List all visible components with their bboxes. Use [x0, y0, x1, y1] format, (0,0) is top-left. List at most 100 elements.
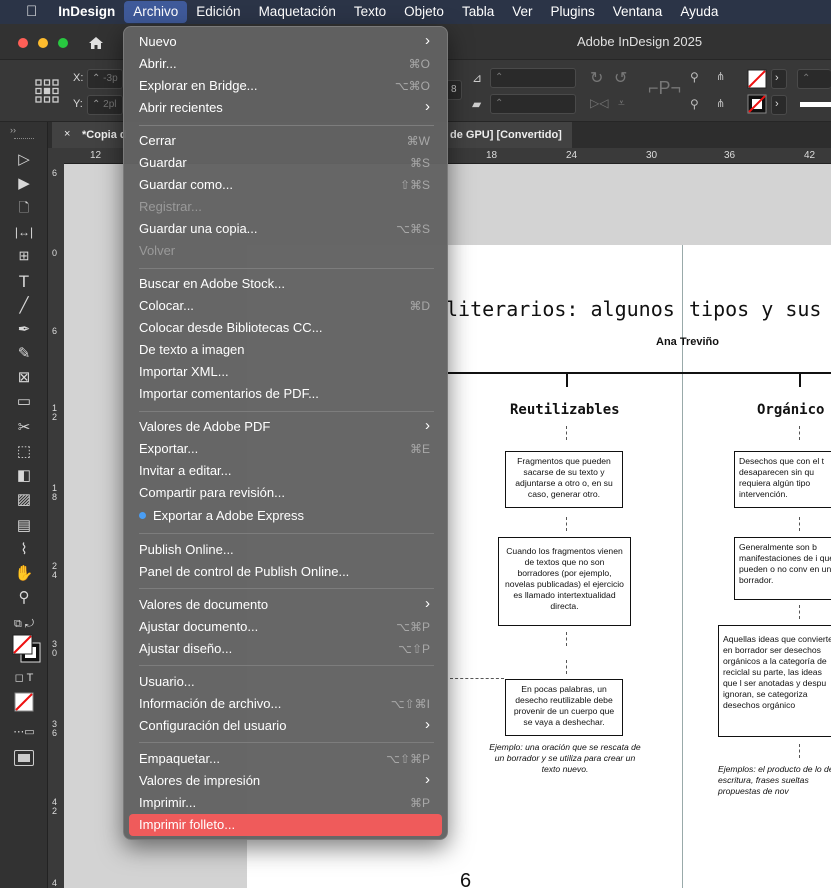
organico-box-2[interactable]: Generalmente son b manifestaciones de i … [734, 537, 831, 600]
reutilizables-box-3[interactable]: En pocas palabras, un desecho reutilizab… [505, 679, 623, 736]
menu-item-guardar-como[interactable]: Guardar como... ⇧⌘S [129, 174, 442, 196]
shear-field[interactable]: ⌃ [490, 94, 576, 114]
rectangle-tool-icon[interactable]: ▭ [12, 392, 36, 412]
menu-item-imprimir-folleto[interactable]: Imprimir folleto... [129, 814, 442, 836]
close-window-button[interactable] [18, 38, 28, 48]
menu-ventana[interactable]: Ventana [604, 0, 672, 24]
menu-item-empaquetar[interactable]: Empaquetar... ⌥⇧⌘P [129, 748, 442, 770]
select-content-icon[interactable]: ⋔ [716, 70, 725, 83]
formatting-affects-icon[interactable]: ◻ T [12, 668, 36, 688]
organico-box-3[interactable]: Aquellas ideas que convierten en borrado… [718, 625, 831, 737]
selection-tool-icon[interactable]: ▷ [12, 150, 36, 170]
menu-item-ajustar-documento[interactable]: Ajustar documento... ⌥⌘P [129, 616, 442, 638]
menu-item-colocar[interactable]: Colocar... ⌘D [129, 295, 442, 317]
link-proportions-icon[interactable]: 8 [446, 80, 462, 100]
menu-item-abrir-recientes[interactable]: Abrir recientes › [129, 97, 442, 119]
menu-item-valores-adobe-pdf[interactable]: Valores de Adobe PDF › [129, 416, 442, 438]
minimize-window-button[interactable] [38, 38, 48, 48]
menu-item-ajustar-diseno[interactable]: Ajustar diseño... ⌥⇧P [129, 638, 442, 660]
menu-item-exportar-adobe-express[interactable]: Exportar a Adobe Express [129, 505, 442, 527]
menu-maquetacion[interactable]: Maquetación [250, 0, 345, 24]
pen-tool-icon[interactable]: ✒ [12, 320, 36, 340]
stroke-dropdown-arrow[interactable]: › [771, 95, 787, 115]
type-tool-icon[interactable]: T [12, 272, 36, 292]
menu-tabla[interactable]: Tabla [453, 0, 503, 24]
menu-item-de-texto-a-imagen[interactable]: De texto a imagen [129, 339, 442, 361]
menu-item-exportar[interactable]: Exportar... ⌘E [129, 438, 442, 460]
menu-item-colocar-desde-bibliotecas-cc[interactable]: Colocar desde Bibliotecas CC... [129, 317, 442, 339]
menu-plugins[interactable]: Plugins [541, 0, 603, 24]
fill-none-swatch-icon[interactable] [747, 69, 767, 89]
stroke-weight-field[interactable]: ⌃ [797, 69, 831, 89]
panel-collapse-icon[interactable]: ›› [10, 125, 16, 135]
panel-grip[interactable] [14, 138, 34, 140]
menu-item-abrir[interactable]: Abrir... ⌘O [129, 53, 442, 75]
menu-item-guardar[interactable]: Guardar ⌘S [129, 152, 442, 174]
gradient-feather-tool-icon[interactable]: ▨ [12, 490, 36, 510]
menu-item-configuracion-del-usuario[interactable]: Configuración del usuario › [129, 715, 442, 737]
menu-edicion[interactable]: Edición [187, 0, 249, 24]
menu-item-explorar-en-bridge[interactable]: Explorar en Bridge... ⌥⌘O [129, 75, 442, 97]
gradient-swatch-tool-icon[interactable]: ◧ [12, 466, 36, 486]
menu-item-imprimir[interactable]: Imprimir... ⌘P [129, 792, 442, 814]
menu-archivo[interactable]: Archivo [124, 1, 188, 23]
flip-vertical-icon[interactable]: ⩡ [618, 96, 625, 111]
rotate-ccw-icon[interactable]: ↺ [614, 68, 627, 88]
menu-item-importar-xml[interactable]: Importar XML... [129, 361, 442, 383]
preview-mode-icon[interactable]: ⋯▭ [12, 722, 36, 742]
menu-item-valores-de-impresion[interactable]: Valores de impresión › [129, 770, 442, 792]
flip-horizontal-icon[interactable]: ▷◁ [590, 96, 608, 110]
zoom-window-button[interactable] [58, 38, 68, 48]
note-tool-icon[interactable]: ▤ [12, 516, 36, 536]
select-next-icon[interactable]: ⋔ [716, 97, 725, 110]
menu-indesign[interactable]: InDesign [49, 0, 124, 24]
text-frame-icon[interactable]: ⌐P¬ [648, 78, 681, 99]
page-tool-icon[interactable]: 🗋 [12, 198, 36, 218]
menu-item-importar-comentarios-pdf[interactable]: Importar comentarios de PDF... [129, 383, 442, 405]
fill-stroke-swatch-icon[interactable] [12, 634, 42, 664]
screen-mode-icon[interactable] [14, 750, 34, 766]
menu-item-usuario[interactable]: Usuario... [129, 671, 442, 693]
line-tool-icon[interactable]: ╱ [12, 296, 36, 316]
menu-item-valores-de-documento[interactable]: Valores de documento › [129, 594, 442, 616]
home-icon[interactable] [88, 36, 104, 50]
free-transform-tool-icon[interactable]: ⬚ [12, 442, 36, 462]
select-previous-icon[interactable]: ⚲ [690, 97, 699, 111]
close-tab-icon[interactable]: × [64, 128, 70, 140]
gap-tool-icon[interactable]: |↔| [12, 222, 36, 242]
fill-dropdown-arrow[interactable]: › [771, 69, 787, 89]
menu-item-nuevo[interactable]: Nuevo › [129, 31, 442, 53]
reutilizables-box-1[interactable]: Fragmentos que pueden sacarse de su text… [505, 451, 623, 508]
menu-ver[interactable]: Ver [503, 0, 541, 24]
rotate-cw-icon[interactable]: ↻ [590, 68, 603, 88]
x-position-field[interactable]: ⌃ -3p [87, 69, 123, 89]
menu-ayuda[interactable]: Ayuda [671, 0, 727, 24]
menu-item-informacion-de-archivo[interactable]: Información de archivo... ⌥⇧⌘I [129, 693, 442, 715]
scissors-tool-icon[interactable]: ✂ [12, 418, 36, 438]
stroke-type-preview[interactable] [800, 102, 831, 107]
menu-item-invitar-a-editar[interactable]: Invitar a editar... [129, 460, 442, 482]
default-fill-stroke-icon[interactable]: ⧉ ⤾ [12, 614, 36, 634]
apple-icon[interactable]:  [0, 0, 49, 24]
pencil-tool-icon[interactable]: ✎ [12, 344, 36, 364]
menu-item-cerrar[interactable]: Cerrar ⌘W [129, 130, 442, 152]
menu-item-panel-publish-online[interactable]: Panel de control de Publish Online... [129, 561, 442, 583]
direct-selection-tool-icon[interactable]: ▶ [12, 174, 36, 194]
rotation-field[interactable]: ⌃ [490, 68, 576, 88]
menu-objeto[interactable]: Objeto [395, 0, 453, 24]
apply-none-icon[interactable] [14, 692, 34, 712]
rectangle-frame-tool-icon[interactable]: ⊠ [12, 368, 36, 388]
vertical-ruler[interactable]: 6 0 6 1 2 1 8 2 4 3 0 3 6 4 2 4 [48, 164, 64, 888]
eyedropper-tool-icon[interactable]: ⌇ [12, 540, 36, 560]
y-position-field[interactable]: ⌃ 2pl [87, 95, 123, 115]
menu-item-buscar-en-adobe-stock[interactable]: Buscar en Adobe Stock... [129, 273, 442, 295]
organico-box-1[interactable]: Desechos que con el t desaparecen sin qu… [734, 451, 831, 508]
menu-texto[interactable]: Texto [345, 0, 395, 24]
reference-point-icon[interactable] [34, 78, 60, 104]
hand-tool-icon[interactable]: ✋ [12, 564, 36, 584]
stroke-swatch-icon[interactable] [747, 94, 767, 114]
menu-item-publish-online[interactable]: Publish Online... [129, 539, 442, 561]
menu-item-compartir-para-revision[interactable]: Compartir para revisión... [129, 482, 442, 504]
content-collector-icon[interactable]: ⊞ [12, 246, 36, 266]
ruler-origin[interactable] [48, 148, 64, 164]
